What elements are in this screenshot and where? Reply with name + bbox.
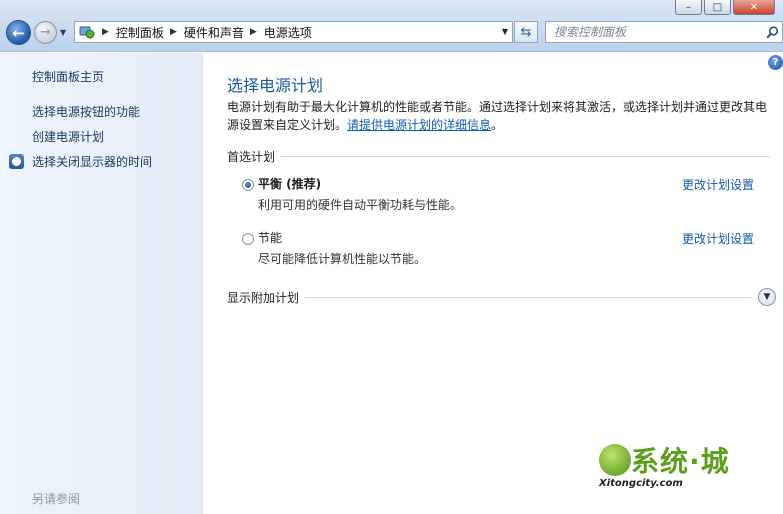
help-icon[interactable]: ? bbox=[768, 55, 783, 70]
watermark-text: 系统·城 bbox=[631, 445, 730, 478]
watermark-logo: 系统·城 Xitongcity.com bbox=[597, 440, 757, 498]
description-end: 。 bbox=[491, 118, 504, 132]
control-panel-home-link[interactable]: 控制面板主页 bbox=[32, 68, 104, 85]
plan-power-saver-radio[interactable] bbox=[242, 233, 254, 245]
search-box[interactable] bbox=[545, 21, 783, 43]
recent-pages-dropdown[interactable]: ▼ bbox=[60, 28, 66, 37]
section-divider bbox=[281, 156, 771, 157]
expand-additional-plans-button[interactable]: ▼ bbox=[758, 288, 776, 306]
refresh-button[interactable]: ⇆ bbox=[514, 21, 538, 43]
search-input[interactable] bbox=[554, 23, 762, 41]
address-dropdown-icon[interactable]: ▼ bbox=[502, 27, 508, 36]
breadcrumb-separator-icon[interactable]: ▶ bbox=[170, 27, 177, 37]
see-also-heading: 另请参阅 bbox=[32, 492, 81, 506]
additional-plans-section[interactable]: 显示附加计划 bbox=[227, 289, 751, 306]
preferred-plans-heading: 首选计划 bbox=[227, 150, 276, 164]
refresh-icon: ⇆ bbox=[520, 24, 532, 40]
plan-power-saver-change-link[interactable]: 更改计划设置 bbox=[682, 230, 754, 247]
chevron-down-icon: ▼ bbox=[763, 292, 771, 302]
additional-plans-heading[interactable]: 显示附加计划 bbox=[227, 289, 299, 306]
page-description: 电源计划有助于最大化计算机的性能或者节能。通过选择计划来将其激活，或选择计划并通… bbox=[227, 98, 772, 134]
plan-details-link[interactable]: 请提供电源计划的详细信息 bbox=[347, 118, 491, 132]
plan-power-saver-name[interactable]: 节能 bbox=[258, 229, 282, 246]
breadcrumb-hardware-sound[interactable]: 硬件和声音 bbox=[184, 24, 244, 41]
page-title: 选择电源计划 bbox=[227, 76, 324, 95]
breadcrumb-separator-icon: ▶ bbox=[102, 27, 109, 37]
navigation-bar: – □ ✕ ← → ▼ ▶ 控制面板 ▶ 硬件和声音 ▶ 电源选项 ▼ ⇆ bbox=[0, 0, 783, 52]
control-panel-icon bbox=[78, 24, 96, 40]
search-icon[interactable] bbox=[762, 25, 782, 39]
display-off-time-link[interactable]: 选择关闭显示器的时间 bbox=[32, 153, 152, 170]
watermark-url: Xitongcity.com bbox=[599, 478, 683, 489]
back-button[interactable]: ← bbox=[6, 20, 31, 45]
plan-balanced-name[interactable]: 平衡 (推荐) bbox=[258, 175, 321, 192]
create-power-plan-link[interactable]: 创建电源计划 bbox=[32, 128, 104, 145]
section-divider bbox=[305, 297, 751, 298]
plan-balanced-description: 利用可用的硬件自动平衡功耗与性能。 bbox=[258, 198, 463, 212]
power-button-settings-link[interactable]: 选择电源按钮的功能 bbox=[32, 103, 140, 120]
forward-arrow-icon: → bbox=[40, 25, 51, 40]
plan-power-saver-description: 尽可能降低计算机性能以节能。 bbox=[258, 252, 427, 266]
preferred-plans-section: 首选计划 bbox=[227, 148, 771, 165]
breadcrumb-separator-icon[interactable]: ▶ bbox=[250, 27, 257, 37]
plan-balanced-radio[interactable] bbox=[242, 179, 254, 191]
maximize-button[interactable]: □ bbox=[704, 0, 731, 15]
watermark-ball-icon bbox=[599, 444, 631, 476]
plan-balanced-change-link[interactable]: 更改计划设置 bbox=[682, 176, 754, 193]
minimize-button[interactable]: – bbox=[675, 0, 702, 15]
breadcrumb-power-options[interactable]: 电源选项 bbox=[264, 24, 312, 41]
display-timer-icon bbox=[9, 154, 24, 169]
breadcrumb-control-panel[interactable]: 控制面板 bbox=[116, 24, 164, 41]
tasks-pane: 控制面板主页 选择电源按钮的功能 创建电源计划 选择关闭显示器的时间 另请参阅 bbox=[0, 53, 203, 514]
forward-button[interactable]: → bbox=[34, 21, 57, 44]
address-bar[interactable]: ▶ 控制面板 ▶ 硬件和声音 ▶ 电源选项 ▼ bbox=[74, 21, 513, 43]
window-controls: – □ ✕ bbox=[675, 0, 775, 15]
back-arrow-icon: ← bbox=[12, 23, 25, 42]
close-button[interactable]: ✕ bbox=[733, 0, 775, 15]
